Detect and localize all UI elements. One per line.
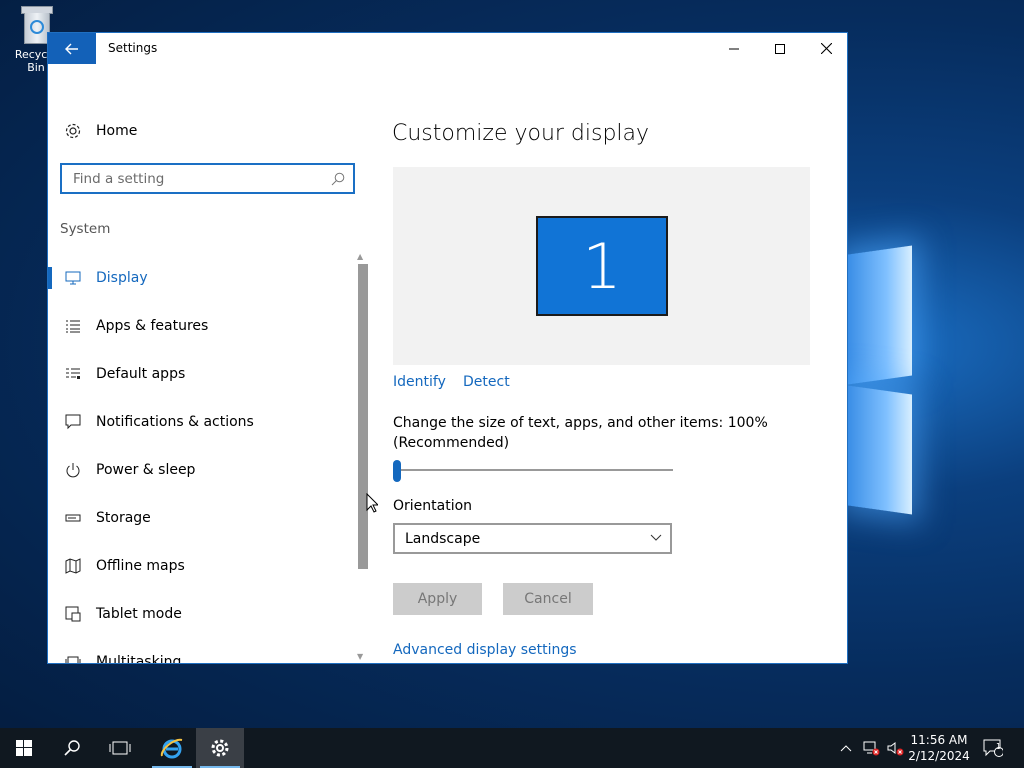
scale-label: Change the size of text, apps, and other… bbox=[393, 415, 768, 451]
back-arrow-icon bbox=[65, 43, 78, 54]
taskbar-clock[interactable]: 11:56 AM 2/12/2024 bbox=[906, 732, 972, 764]
windows-start-icon bbox=[16, 740, 32, 756]
task-view-button[interactable] bbox=[96, 728, 144, 768]
sidebar-item-display[interactable]: Display bbox=[48, 254, 358, 302]
monitor-icon bbox=[65, 271, 81, 285]
sidebar-scrollbar-thumb[interactable] bbox=[358, 264, 368, 569]
sidebar-item-label: Multitasking bbox=[96, 654, 182, 663]
taskbar: 11:56 AM 2/12/2024 1 bbox=[0, 728, 1024, 768]
action-center-button[interactable]: 1 bbox=[983, 728, 1003, 768]
windows-logo-wallpaper bbox=[848, 230, 918, 515]
section-heading: System bbox=[60, 221, 111, 237]
clock-date: 2/12/2024 bbox=[908, 749, 970, 763]
slider-track bbox=[393, 469, 673, 471]
gear-icon bbox=[211, 739, 229, 757]
sidebar-item-notifications[interactable]: Notifications & actions bbox=[48, 398, 358, 446]
scroll-down-arrow-icon[interactable]: ▼ bbox=[357, 652, 363, 661]
sidebar-item-label: Storage bbox=[96, 510, 151, 526]
home-link[interactable]: Home bbox=[64, 122, 137, 140]
chevron-up-icon bbox=[840, 745, 852, 752]
map-icon bbox=[65, 558, 81, 574]
slider-thumb[interactable] bbox=[393, 460, 401, 482]
maximize-icon bbox=[775, 43, 785, 54]
storage-icon bbox=[65, 514, 81, 522]
maximize-button[interactable] bbox=[757, 33, 803, 64]
search-input[interactable] bbox=[71, 169, 325, 188]
scroll-up-arrow-icon[interactable]: ▲ bbox=[357, 252, 363, 261]
network-disconnected-icon bbox=[863, 741, 880, 756]
sidebar-item-label: Apps & features bbox=[96, 318, 209, 334]
multitasking-icon bbox=[65, 656, 81, 663]
monitor-tile[interactable]: 1 bbox=[536, 216, 668, 316]
sidebar-item-label: Default apps bbox=[96, 366, 186, 382]
sidebar-item-default-apps[interactable]: Default apps bbox=[48, 350, 358, 398]
start-button[interactable] bbox=[0, 728, 48, 768]
show-hidden-icons-button[interactable] bbox=[840, 728, 852, 768]
settings-window: Settings Home System Display bbox=[47, 32, 848, 664]
sidebar-item-offline-maps[interactable]: Offline maps bbox=[48, 542, 358, 590]
sidebar-item-label: Display bbox=[96, 270, 148, 286]
sidebar-nav: Display Apps & features Default apps Not… bbox=[48, 254, 358, 663]
sidebar-item-storage[interactable]: Storage bbox=[48, 494, 358, 542]
notification-count: 1 bbox=[996, 742, 1002, 751]
clock-time: 11:56 AM bbox=[910, 733, 968, 747]
settings-sidebar: Home System Display Apps & features Defa… bbox=[48, 64, 368, 663]
advanced-display-settings-link[interactable]: Advanced display settings bbox=[393, 642, 577, 658]
identify-link[interactable]: Identify bbox=[393, 374, 446, 390]
sidebar-item-apps-features[interactable]: Apps & features bbox=[48, 302, 358, 350]
chevron-down-icon bbox=[650, 534, 662, 541]
sidebar-item-label: Power & sleep bbox=[96, 462, 196, 478]
page-title: Customize your display bbox=[392, 121, 650, 146]
internet-explorer-button[interactable] bbox=[148, 728, 196, 768]
list-icon bbox=[66, 320, 80, 333]
home-label: Home bbox=[96, 123, 138, 139]
title-bar[interactable]: Settings bbox=[48, 33, 847, 64]
task-view-icon bbox=[109, 741, 131, 755]
orientation-value: Landscape bbox=[405, 530, 481, 547]
search-icon bbox=[331, 172, 345, 186]
scale-slider[interactable] bbox=[393, 460, 673, 482]
display-arrangement-preview: 1 bbox=[393, 167, 810, 365]
minimize-button[interactable] bbox=[711, 33, 757, 64]
sidebar-item-power-sleep[interactable]: Power & sleep bbox=[48, 446, 358, 494]
detect-link[interactable]: Detect bbox=[463, 374, 510, 390]
orientation-label: Orientation bbox=[393, 498, 473, 514]
sidebar-item-tablet-mode[interactable]: Tablet mode bbox=[48, 590, 358, 638]
network-status-button[interactable] bbox=[862, 728, 880, 768]
sidebar-item-label: Offline maps bbox=[96, 558, 185, 574]
sidebar-item-label: Tablet mode bbox=[96, 606, 182, 622]
display-settings-panel: Customize your display 1 Identify Detect… bbox=[368, 64, 847, 663]
settings-taskbar-button[interactable] bbox=[196, 728, 244, 768]
window-title: Settings bbox=[108, 41, 158, 55]
orientation-dropdown[interactable]: Landscape bbox=[393, 523, 672, 554]
sidebar-item-multitasking[interactable]: Multitasking bbox=[48, 638, 358, 663]
speaker-muted-icon bbox=[887, 742, 904, 756]
minimize-icon bbox=[729, 48, 739, 49]
internet-explorer-icon bbox=[160, 738, 183, 759]
tablet-icon bbox=[65, 606, 81, 622]
close-button[interactable] bbox=[803, 33, 849, 64]
search-taskbar-button[interactable] bbox=[48, 728, 96, 768]
search-box[interactable] bbox=[60, 163, 355, 194]
gear-icon bbox=[65, 123, 81, 139]
close-icon bbox=[820, 43, 832, 54]
sidebar-item-label: Notifications & actions bbox=[96, 414, 254, 430]
cancel-button[interactable]: Cancel bbox=[503, 583, 593, 615]
volume-button[interactable] bbox=[886, 728, 904, 768]
mouse-cursor-icon bbox=[366, 493, 378, 513]
back-button[interactable] bbox=[48, 33, 96, 64]
search-icon bbox=[64, 740, 80, 756]
default-apps-icon bbox=[66, 368, 80, 379]
message-icon bbox=[65, 414, 81, 430]
power-icon bbox=[66, 463, 80, 478]
apply-button[interactable]: Apply bbox=[393, 583, 482, 615]
